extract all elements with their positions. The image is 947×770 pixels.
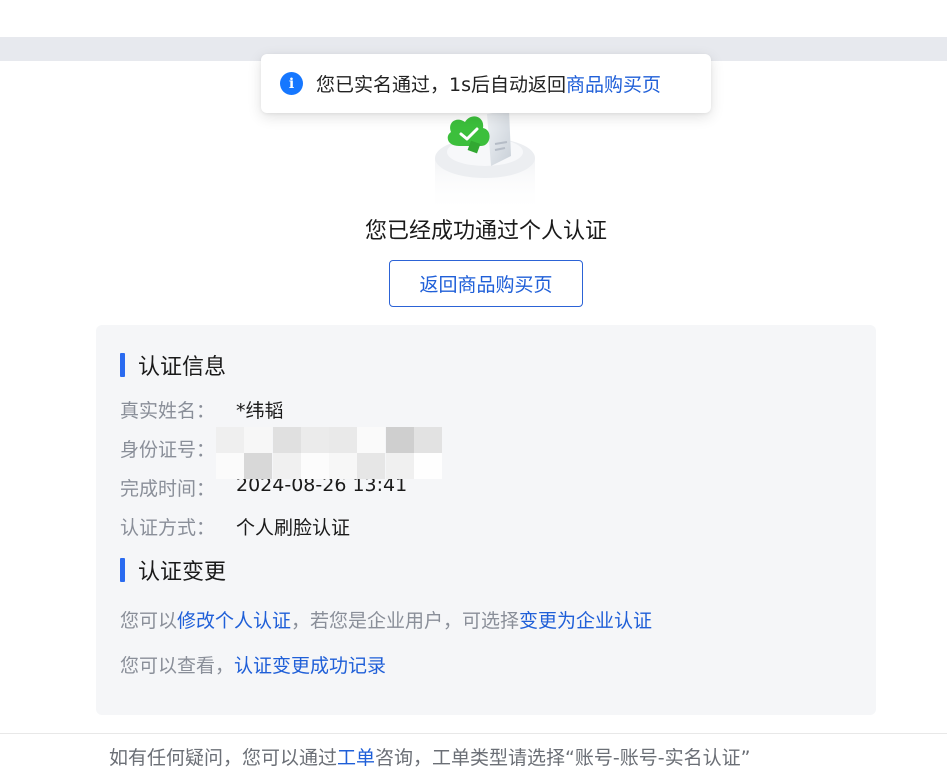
toast-product-page-link[interactable]: 商品购买页 bbox=[566, 74, 661, 96]
auth-change-line-2: 您可以查看，认证变更成功记录 bbox=[120, 651, 386, 678]
id-number-redaction bbox=[216, 427, 442, 479]
info-label: 认证方式： bbox=[120, 517, 216, 539]
footer-text: 咨询，工单类型请选择“账号-账号-实名认证” bbox=[375, 747, 751, 769]
section-accent-bar bbox=[120, 353, 125, 377]
modify-personal-auth-link[interactable]: 修改个人认证 bbox=[177, 610, 291, 632]
auth-change-text: 您可以 bbox=[120, 610, 178, 632]
auth-info-section-header: 认证信息 bbox=[120, 349, 226, 381]
info-row-auth-method: 认证方式： 个人刷脸认证 bbox=[120, 513, 350, 540]
section-accent-bar bbox=[120, 558, 125, 582]
auth-info-title: 认证信息 bbox=[138, 355, 227, 380]
success-title: 您已经成功通过个人认证 bbox=[364, 219, 607, 244]
verified-shield-cloud-icon bbox=[425, 100, 545, 215]
success-toast: i 您已实名通过，1s后自动返回商品购买页 bbox=[261, 54, 711, 113]
auth-change-text: 您可以查看， bbox=[120, 655, 235, 677]
footer-help-text: 如有任何疑问，您可以通过工单咨询，工单类型请选择“账号-账号-实名认证” bbox=[109, 743, 750, 770]
ticket-link[interactable]: 工单 bbox=[337, 747, 375, 769]
info-icon: i bbox=[280, 72, 303, 95]
info-label: 真实姓名： bbox=[120, 400, 216, 422]
auth-change-title: 认证变更 bbox=[138, 560, 227, 585]
toast-message-text: 您已实名通过，1s后自动返回 bbox=[316, 74, 566, 96]
info-panel: 认证信息 真实姓名： *纬韬 身份证号： 完成时间： 2024-08-26 13… bbox=[96, 325, 876, 715]
auth-change-text: ，若您是企业用户，可选择 bbox=[291, 610, 520, 632]
change-to-enterprise-auth-link[interactable]: 变更为企业认证 bbox=[519, 610, 652, 632]
auth-change-section-header: 认证变更 bbox=[120, 554, 226, 586]
info-value: 个人刷脸认证 bbox=[236, 517, 351, 539]
info-value: *纬韬 bbox=[236, 400, 284, 422]
toast-message: 您已实名通过，1s后自动返回商品购买页 bbox=[316, 70, 661, 97]
auth-change-records-link[interactable]: 认证变更成功记录 bbox=[234, 655, 386, 677]
back-to-product-page-button[interactable]: 返回商品购买页 bbox=[389, 260, 583, 307]
auth-change-line-1: 您可以修改个人认证，若您是企业用户，可选择变更为企业认证 bbox=[120, 606, 652, 633]
footer-divider bbox=[0, 733, 947, 734]
footer-text: 如有任何疑问，您可以通过 bbox=[109, 747, 338, 769]
info-row-name: 真实姓名： *纬韬 bbox=[120, 396, 284, 423]
top-area bbox=[0, 0, 947, 37]
